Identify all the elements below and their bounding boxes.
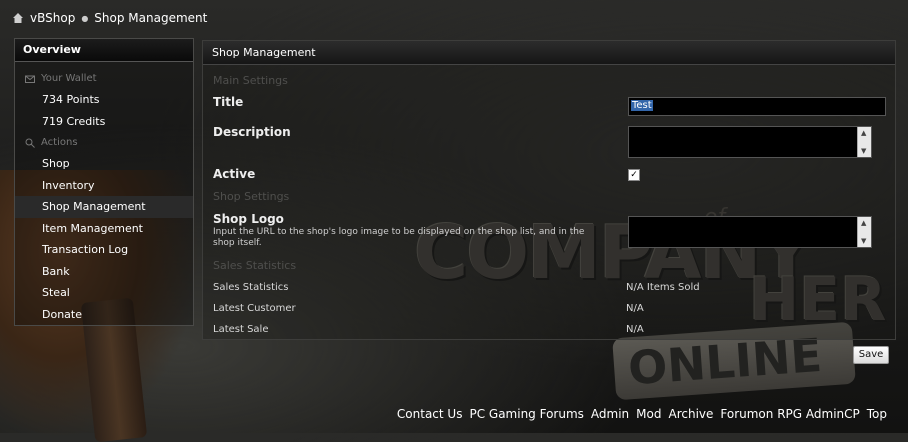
panel-title: Shop Management: [203, 41, 895, 65]
breadcrumb-vbshop[interactable]: vBShop: [30, 11, 75, 25]
wallet-icon: [25, 75, 35, 83]
shop-logo-scrollbar[interactable]: ▲ ▼: [857, 217, 871, 247]
sidebar-section-wallet-label: Your Wallet: [41, 73, 97, 84]
footer-link-mod[interactable]: Mod: [636, 407, 661, 421]
sidebar-item-shop[interactable]: Shop: [15, 153, 193, 175]
footer-link-contact-us[interactable]: Contact Us: [397, 407, 463, 421]
title-input[interactable]: Test: [628, 97, 886, 116]
sidebar-section-actions-label: Actions: [41, 137, 78, 148]
sidebar-title[interactable]: Overview: [15, 39, 193, 62]
stat-value-latest-sale: N/A: [626, 324, 644, 335]
footer-link-forumon-rpg-admincp[interactable]: Forumon RPG AdminCP: [720, 407, 859, 421]
sidebar: Overview Your Wallet 734 Points 719 Cred…: [14, 38, 194, 326]
sidebar-item-transaction-log[interactable]: Transaction Log: [15, 239, 193, 261]
stat-value-latest-customer: N/A: [626, 303, 644, 314]
sidebar-item-steal[interactable]: Steal: [15, 282, 193, 304]
sidebar-section-actions: Actions: [15, 132, 193, 153]
breadcrumb: vBShop ● Shop Management: [12, 11, 207, 25]
footer-links: Contact Us PC Gaming Forums Admin Mod Ar…: [397, 407, 887, 421]
title-label: Title: [213, 95, 244, 109]
scroll-up-icon[interactable]: ▲: [861, 219, 866, 227]
active-checkbox[interactable]: ✓: [628, 169, 640, 181]
stat-label-latest-sale: Latest Sale: [213, 324, 269, 335]
sidebar-item-bank[interactable]: Bank: [15, 261, 193, 283]
title-input-value: Test: [631, 100, 653, 111]
breadcrumb-separator-icon: ●: [81, 13, 89, 23]
scroll-down-icon[interactable]: ▼: [861, 147, 866, 155]
checkmark-icon: ✓: [630, 170, 638, 180]
stat-label-sales: Sales Statistics: [213, 282, 289, 293]
sidebar-item-shop-management[interactable]: Shop Management: [15, 196, 193, 218]
scroll-up-icon[interactable]: ▲: [861, 129, 866, 137]
shop-management-panel: Shop Management Main Settings Title Test…: [202, 40, 896, 340]
home-icon[interactable]: [12, 12, 24, 24]
scroll-down-icon[interactable]: ▼: [861, 237, 866, 245]
shop-logo-description: Input the URL to the shop's logo image t…: [213, 227, 585, 248]
actions-icon: [25, 138, 35, 148]
footer-link-archive[interactable]: Archive: [668, 407, 713, 421]
breadcrumb-current: Shop Management: [94, 11, 208, 25]
sidebar-section-wallet: Your Wallet: [15, 68, 193, 89]
shop-logo-label: Shop Logo: [213, 212, 284, 226]
footer-link-top[interactable]: Top: [867, 407, 887, 421]
sidebar-item-donate[interactable]: Donate: [15, 304, 193, 326]
description-label: Description: [213, 125, 291, 139]
footer-link-pc-gaming-forums[interactable]: PC Gaming Forums: [469, 407, 583, 421]
save-button[interactable]: Save: [853, 346, 889, 364]
sidebar-item-credits: 719 Credits: [42, 114, 106, 128]
description-scrollbar[interactable]: ▲ ▼: [857, 127, 871, 157]
shop-logo-input[interactable]: ▲ ▼: [628, 216, 872, 248]
main-settings-header: Main Settings: [213, 74, 288, 87]
shop-settings-header: Shop Settings: [213, 190, 290, 203]
sidebar-item-item-management[interactable]: Item Management: [15, 218, 193, 240]
description-textarea[interactable]: ▲ ▼: [628, 126, 872, 158]
sidebar-item-inventory[interactable]: Inventory: [15, 175, 193, 197]
stat-label-latest-customer: Latest Customer: [213, 303, 296, 314]
stat-value-sales: N/A Items Sold: [626, 282, 700, 293]
footer-link-admin[interactable]: Admin: [591, 407, 629, 421]
active-label: Active: [213, 167, 256, 181]
sales-statistics-header: Sales Statistics: [213, 259, 297, 272]
sidebar-item-points: 734 Points: [42, 93, 100, 106]
